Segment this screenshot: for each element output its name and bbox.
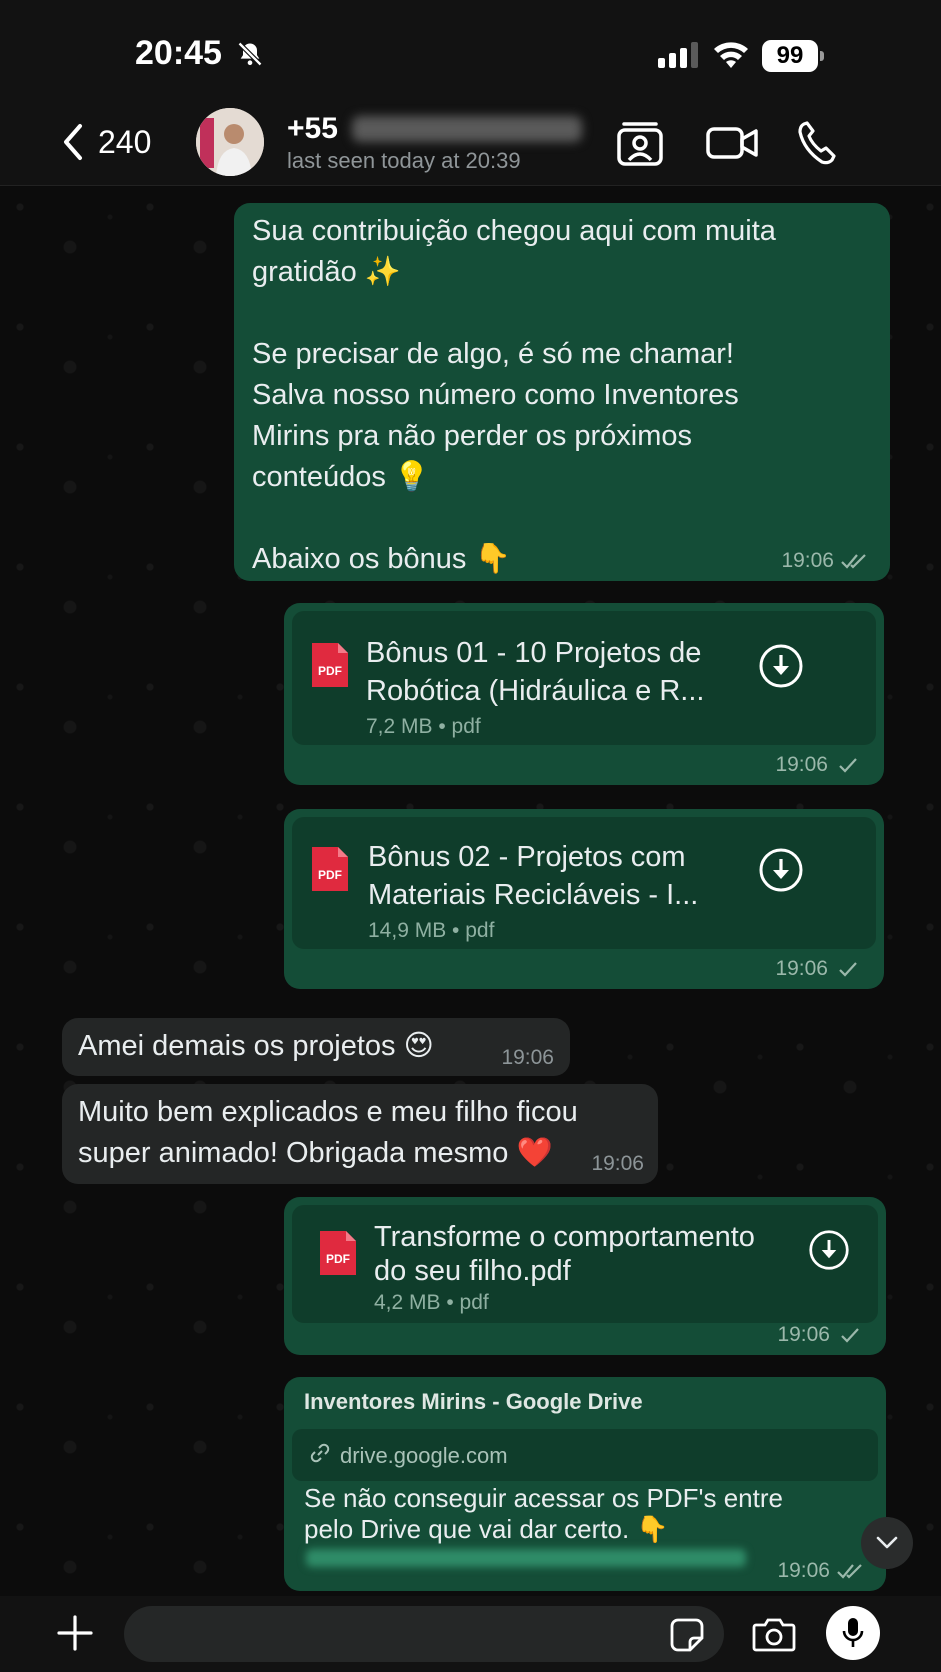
document-message[interactable]: PDF Transforme o comportamento do seu fi… [284,1197,886,1355]
message-time: 19:06 [501,1046,554,1069]
document-title-line1: Transforme o comportamento [374,1221,755,1253]
link-site-title: Inventores Mirins - Google Drive [304,1389,643,1414]
document-message[interactable]: PDF Bônus 02 - Projetos com Materiais Re… [284,809,884,989]
message-text: Muito bem explicados e meu filho ficou s… [78,1096,578,1169]
cellular-signal-icon [658,42,698,68]
chevron-down-icon [876,1536,898,1549]
bell-off-icon [237,41,263,67]
phone-call-icon[interactable] [796,118,840,168]
avatar-image [196,108,264,176]
download-icon[interactable] [758,847,804,893]
document-card[interactable]: PDF Bônus 01 - 10 Projetos de Robótica (… [292,611,876,745]
chat-header: 240 +55 last seen today at 20:39 [0,100,941,186]
link-preview-message[interactable]: Inventores Mirins - Google Drive drive.g… [284,1377,886,1591]
single-check-icon [839,962,857,977]
double-check-icon [841,554,866,569]
document-title-line1: Bônus 01 - 10 Projetos de [366,637,702,669]
redacted-number [351,116,582,142]
download-icon[interactable] [758,643,804,689]
status-bar: 20:45 99 [0,0,941,100]
last-seen-status: last seen today at 20:39 [287,148,521,173]
unread-count: 240 [98,123,152,160]
message-meta: 19:06 [777,1559,864,1583]
message-meta: 19:06 [775,753,862,777]
video-call-icon[interactable] [706,118,758,168]
document-size: 7,2 MB • pdf [366,715,481,738]
message-meta: 19:06 [781,549,868,573]
pdf-file-icon: PDF [312,643,348,687]
redacted-url[interactable] [306,1549,746,1567]
input-bar [0,1596,941,1672]
document-message[interactable]: PDF Bônus 01 - 10 Projetos de Robótica (… [284,603,884,785]
contact-card-icon[interactable] [616,118,664,168]
message-text: Amei demais os projetos 😍 [78,1030,434,1062]
download-icon[interactable] [808,1229,850,1271]
camera-icon[interactable] [752,1616,796,1652]
plus-icon[interactable] [56,1614,94,1652]
pdf-badge: PDF [326,1252,350,1266]
document-title-line1: Bônus 02 - Projetos com [368,841,686,873]
message-time: 19:06 [591,1152,644,1175]
microphone-icon [842,1618,864,1647]
single-check-icon [841,1328,859,1343]
chevron-left-icon [64,124,82,160]
battery-indicator: 99 [762,40,824,72]
incoming-message[interactable]: Amei demais os projetos 😍 19:06 [62,1018,570,1076]
message-text: Sua contribuição chegou aqui com muita g… [252,215,776,575]
message-meta: 19:06 [591,1152,644,1176]
document-card[interactable]: PDF Bônus 02 - Projetos com Materiais Re… [292,817,876,949]
pdf-badge: PDF [318,664,342,678]
message-meta: 19:06 [775,957,862,981]
document-title-line2: do seu filho.pdf [374,1255,571,1287]
message-time: 19:06 [775,753,828,776]
message-time: 19:06 [781,549,834,572]
avatar[interactable] [196,108,264,176]
sticker-icon[interactable] [670,1618,704,1652]
scroll-to-bottom-button[interactable] [861,1517,913,1569]
double-check-icon [837,1564,862,1579]
microphone-button[interactable] [826,1606,880,1660]
contact-number: +55 [287,112,338,145]
document-title-line2: Materiais Recicláveis - I... [368,879,699,911]
message-time: 19:06 [777,1323,830,1346]
document-title-line2: Robótica (Hidráulica e R... [366,675,705,707]
back-button[interactable]: 240 [60,114,151,170]
pdf-file-icon: PDF [312,847,348,891]
document-card[interactable]: PDF Transforme o comportamento do seu fi… [292,1205,878,1323]
pdf-file-icon: PDF [320,1231,356,1275]
link-domain: drive.google.com [340,1443,508,1468]
contact-name[interactable]: +55 [287,112,582,146]
message-text: Se não conseguir acessar os PDF's entre … [304,1483,783,1544]
message-input[interactable] [124,1606,724,1662]
document-size: 14,9 MB • pdf [368,919,495,942]
incoming-message[interactable]: Muito bem explicados e meu filho ficou s… [62,1084,658,1184]
message-time: 19:06 [777,1559,830,1582]
link-icon [310,1443,330,1463]
message-time: 19:06 [775,957,828,980]
message-meta: 19:06 [501,1046,554,1070]
wifi-icon [714,42,748,68]
message-list[interactable]: Sua contribuição chegou aqui com muita g… [0,187,941,1596]
link-preview-card[interactable]: drive.google.com [292,1429,878,1481]
single-check-icon [839,758,857,773]
document-size: 4,2 MB • pdf [374,1291,489,1314]
status-time: 20:45 [135,34,222,72]
outgoing-message[interactable]: Sua contribuição chegou aqui com muita g… [234,203,890,581]
message-meta: 19:06 [777,1323,864,1347]
pdf-badge: PDF [318,868,342,882]
